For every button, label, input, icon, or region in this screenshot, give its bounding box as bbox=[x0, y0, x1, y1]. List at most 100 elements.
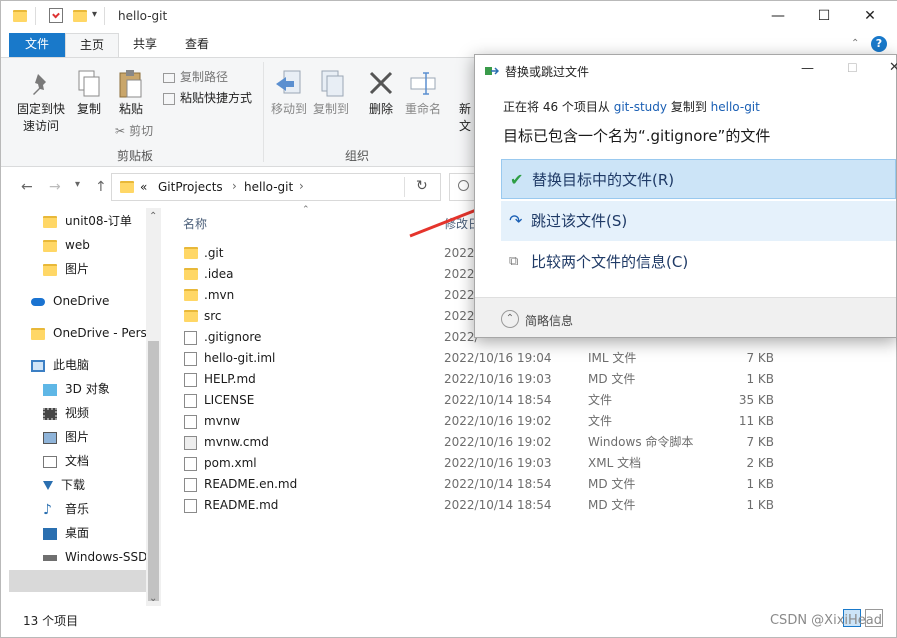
tab-view[interactable]: 查看 bbox=[171, 33, 223, 57]
file-name: .idea bbox=[204, 267, 234, 281]
copy-icon bbox=[74, 68, 104, 100]
maximize-button[interactable]: ☐ bbox=[801, 1, 847, 33]
delete-icon bbox=[366, 68, 396, 100]
recent-dropdown-icon[interactable]: ▾ bbox=[75, 179, 80, 190]
window-title: hello-git bbox=[118, 9, 168, 23]
compare-option-label: 比较两个文件的信息(C) bbox=[531, 253, 689, 271]
paste-icon bbox=[116, 68, 146, 100]
delete-button[interactable]: 删除 bbox=[363, 68, 399, 117]
sidebar-item-label: 3D 对象 bbox=[65, 382, 110, 396]
scroll-down-icon[interactable]: ⌄ bbox=[149, 593, 157, 604]
close-button[interactable]: ✕ bbox=[847, 1, 893, 33]
copy-path-button[interactable]: 复制路径 bbox=[163, 68, 228, 85]
copy-button[interactable]: 复制 bbox=[71, 68, 107, 117]
fewer-details-chevron-icon[interactable]: ⌃ bbox=[501, 310, 519, 328]
file-row[interactable]: HELP.md 2022/10/16 19:03 MD 文件 1 KB bbox=[184, 369, 884, 390]
file-row[interactable]: README.md 2022/10/14 18:54 MD 文件 1 KB bbox=[184, 495, 884, 516]
sidebar-item[interactable]: 下载 bbox=[43, 474, 85, 496]
move-to-button[interactable]: 移动到 bbox=[269, 68, 309, 117]
dialog-title: 替换或跳过文件 bbox=[505, 65, 590, 79]
sidebar-item-label: 图片 bbox=[65, 262, 90, 276]
replace-file-option[interactable]: ✔ 替换目标中的文件(R) bbox=[501, 159, 896, 199]
pin-to-quick-access-button[interactable]: 固定到快 速访问 bbox=[15, 68, 67, 134]
sidebar-item[interactable]: 图片 bbox=[43, 258, 89, 280]
sidebar-scrollbar-thumb[interactable] bbox=[148, 341, 159, 601]
tab-home[interactable]: 主页 bbox=[65, 33, 120, 57]
breadcrumb-gitprojects[interactable]: GitProjects bbox=[158, 180, 223, 194]
compare-files-option[interactable]: ⧉ 比较两个文件的信息(C) bbox=[501, 242, 896, 282]
dialog-maximize-button[interactable]: ☐ bbox=[847, 61, 858, 75]
file-size: 7 KB bbox=[746, 435, 774, 449]
file-row[interactable]: pom.xml 2022/10/16 19:03 XML 文档 2 KB bbox=[184, 453, 884, 474]
skip-file-option[interactable]: ↷ 跳过该文件(S) bbox=[501, 201, 896, 241]
sidebar-item[interactable]: ♪ 音乐 bbox=[43, 498, 89, 520]
rename-button[interactable]: 重命名 bbox=[403, 68, 443, 117]
sidebar-item-label: unit08-订单 bbox=[65, 214, 132, 228]
tab-file[interactable]: 文件 bbox=[9, 33, 65, 57]
address-overflow[interactable]: « bbox=[140, 180, 147, 194]
dialog-close-button[interactable]: ✕ bbox=[889, 60, 897, 75]
sidebar-item[interactable]: 视频 bbox=[43, 402, 89, 424]
new-folder-icon[interactable] bbox=[73, 10, 87, 22]
breadcrumb-separator: › bbox=[232, 179, 237, 193]
sidebar-item[interactable]: Windows-SSD bbox=[43, 546, 147, 568]
column-header-name[interactable]: 名称 bbox=[183, 215, 207, 232]
sidebar-item[interactable]: 图片 bbox=[43, 426, 89, 448]
cut-label: 剪切 bbox=[129, 124, 154, 138]
file-icon bbox=[184, 394, 197, 408]
paste-shortcut-button[interactable]: 粘贴快捷方式 bbox=[163, 89, 252, 106]
destination-folder-link[interactable]: hello-git bbox=[711, 100, 760, 114]
file-type: MD 文件 bbox=[588, 477, 636, 491]
collapse-ribbon-icon[interactable]: ⌃ bbox=[851, 38, 859, 49]
dialog-minimize-button[interactable]: — bbox=[801, 61, 814, 76]
file-date: 2022/10/16 19:03 bbox=[444, 372, 552, 386]
folder-icon bbox=[43, 239, 57, 252]
rename-label: 重命名 bbox=[404, 102, 441, 116]
clipboard-group-label: 剪贴板 bbox=[117, 149, 154, 163]
paste-label: 粘贴 bbox=[118, 102, 143, 116]
source-folder-link[interactable]: git-study bbox=[614, 100, 667, 114]
file-name: .mvn bbox=[204, 288, 235, 302]
copy-to-button[interactable]: 复制到 bbox=[311, 68, 351, 117]
forward-icon[interactable]: → bbox=[49, 179, 61, 195]
file-name: mvnw.cmd bbox=[204, 435, 269, 449]
file-size: 1 KB bbox=[746, 477, 774, 491]
scroll-up-icon[interactable]: ⌃ bbox=[149, 211, 157, 222]
new-button[interactable]: 新 文 bbox=[455, 100, 475, 134]
file-row[interactable]: hello-git.iml 2022/10/16 19:04 IML 文件 7 KB bbox=[184, 348, 884, 369]
file-name: HELP.md bbox=[204, 372, 256, 386]
sidebar-item[interactable]: 3D 对象 bbox=[43, 378, 110, 400]
copy-label: 复制 bbox=[76, 102, 101, 116]
file-row[interactable]: mvnw.cmd 2022/10/16 19:02 Windows 命令脚本 7 KB bbox=[184, 432, 884, 453]
sidebar-item[interactable]: OneDrive - Pers bbox=[31, 322, 147, 344]
sidebar-item[interactable]: 文档 bbox=[43, 450, 89, 472]
address-bar[interactable]: « GitProjects › hello-git › ↻ bbox=[111, 173, 441, 201]
help-icon[interactable]: ? bbox=[871, 36, 887, 52]
replace-option-label: 替换目标中的文件(R) bbox=[532, 171, 675, 189]
file-name: src bbox=[204, 309, 222, 323]
pin-icon bbox=[26, 68, 56, 100]
sidebar-item[interactable]: unit08-订单 bbox=[43, 210, 132, 232]
sidebar-item[interactable]: OneDrive bbox=[31, 290, 109, 312]
sidebar-item-label: web bbox=[65, 238, 90, 252]
file-row[interactable]: mvnw 2022/10/16 19:02 文件 11 KB bbox=[184, 411, 884, 432]
minimize-button[interactable]: — bbox=[755, 1, 801, 33]
sidebar-item[interactable]: web bbox=[43, 234, 90, 256]
properties-icon[interactable] bbox=[49, 8, 63, 23]
cut-button[interactable]: ✂ 剪切 bbox=[115, 122, 153, 139]
up-icon[interactable]: ↑ bbox=[95, 179, 107, 195]
sidebar-item[interactable]: 桌面 bbox=[43, 522, 89, 544]
paste-button[interactable]: 粘贴 bbox=[113, 68, 149, 117]
rename-icon bbox=[408, 68, 438, 100]
quick-access-dropdown-icon[interactable]: ▾ bbox=[92, 9, 97, 20]
folder-icon bbox=[184, 247, 198, 259]
file-type: MD 文件 bbox=[588, 372, 636, 386]
sidebar-item[interactable]: 此电脑 bbox=[31, 354, 89, 376]
fewer-details-button[interactable]: 简略信息 bbox=[525, 312, 573, 329]
breadcrumb-hello-git[interactable]: hello-git bbox=[244, 180, 293, 194]
back-icon[interactable]: ← bbox=[21, 179, 33, 195]
file-row[interactable]: LICENSE 2022/10/14 18:54 文件 35 KB bbox=[184, 390, 884, 411]
file-row[interactable]: README.en.md 2022/10/14 18:54 MD 文件 1 KB bbox=[184, 474, 884, 495]
tab-share[interactable]: 共享 bbox=[119, 33, 171, 57]
checkmark-icon: ✔ bbox=[510, 170, 524, 189]
